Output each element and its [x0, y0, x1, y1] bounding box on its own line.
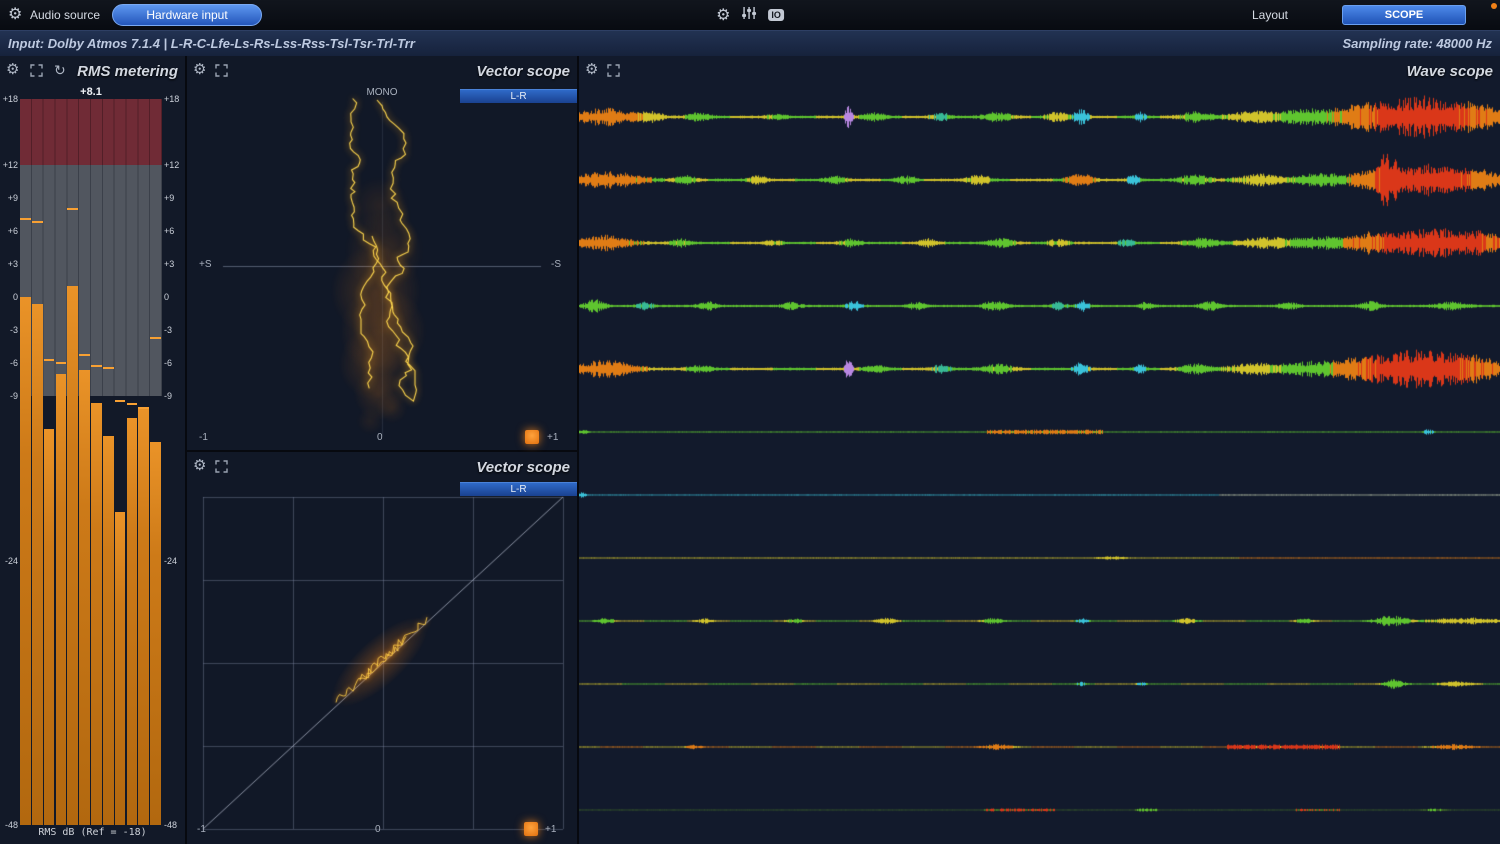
rms-meter-display: [20, 99, 162, 825]
audio-source-label: Audio source: [30, 8, 100, 22]
panel-settings-gear-icon[interactable]: ⚙: [585, 61, 598, 79]
db-scale-label: +12: [1, 160, 18, 170]
input-format-text: Input: Dolby Atmos 7.1.4 | L-R-C-Lfe-Ls-…: [8, 36, 415, 51]
db-scale-label: -24: [1, 556, 18, 566]
db-scale-label: +18: [164, 94, 184, 104]
scale-minus-one-label: -1: [199, 432, 208, 443]
mono-axis-label: MONO: [357, 87, 407, 98]
analyzer-app: ⚙ Audio source Hardware input ⚙ IO Layou…: [0, 0, 1500, 844]
scale-minus-one-label: -1: [197, 824, 206, 835]
peak-hold-tick-5: [67, 208, 78, 210]
rms-max-readout: +8.1: [20, 86, 162, 98]
top-toolbar: ⚙ Audio source Hardware input ⚙ IO Layou…: [0, 0, 1500, 30]
scale-zero-label: 0: [375, 824, 381, 835]
db-scale-label: -3: [1, 325, 18, 335]
rms-meter-bar-12: [150, 442, 161, 825]
db-scale-label: 0: [164, 292, 184, 302]
db-scale-label: -6: [1, 358, 18, 368]
db-scale-label: +9: [164, 193, 184, 203]
panel-settings-gear-icon[interactable]: ⚙: [193, 457, 206, 475]
peak-hold-tick-6: [79, 354, 90, 356]
waveform-display: [579, 86, 1500, 844]
hardware-input-button[interactable]: Hardware input: [112, 4, 262, 26]
vector-scope-bottom-panel: ⚙ Vector scope L-R -1 0 +1: [187, 452, 577, 844]
panel-title: Wave scope: [1407, 63, 1493, 80]
gear-icon[interactable]: ⚙: [716, 5, 730, 25]
rms-reference-label: RMS dB (Ref = -18): [0, 827, 185, 838]
expand-icon[interactable]: [215, 61, 228, 77]
correlation-display: [187, 482, 577, 844]
rms-meter-bar-8: [103, 436, 114, 825]
status-indicator-dot: [1491, 3, 1497, 9]
db-scale-label: -9: [164, 391, 184, 401]
db-scale-label: +18: [1, 94, 18, 104]
scale-plus-one-label: +1: [547, 432, 558, 443]
rms-meter-bar-2: [32, 304, 43, 825]
expand-icon[interactable]: [30, 61, 43, 77]
scope-button[interactable]: SCOPE: [1342, 5, 1466, 25]
peak-hold-tick-12: [150, 337, 161, 339]
db-scale-label: -3: [164, 325, 184, 335]
panel-title: Vector scope: [476, 459, 570, 476]
io-icon[interactable]: IO: [768, 9, 784, 21]
rms-meter-bar-7: [91, 403, 102, 825]
db-scale-label: 0: [1, 292, 18, 302]
clip-indicator[interactable]: [525, 430, 539, 444]
wave-scope-panel: ⚙ Wave scope: [579, 56, 1500, 844]
rms-meter-bar-1: [20, 297, 31, 825]
db-scale-label: +3: [164, 259, 184, 269]
panel-settings-gear-icon[interactable]: ⚙: [6, 61, 19, 79]
settings-gear-icon[interactable]: ⚙: [8, 4, 22, 24]
db-scale-label: -48: [164, 820, 184, 830]
db-scale-label: +9: [1, 193, 18, 203]
panel-settings-gear-icon[interactable]: ⚙: [193, 61, 206, 79]
vector-scope-top-panel: ⚙ Vector scope L-R MONO +S -S -1 0 +1: [187, 56, 577, 450]
info-bar: Input: Dolby Atmos 7.1.4 | L-R-C-Lfe-Ls-…: [0, 30, 1500, 56]
panel-title: Vector scope: [476, 63, 570, 80]
peak-hold-tick-9: [115, 400, 126, 402]
peak-hold-tick-1: [20, 218, 31, 220]
db-scale-label: +3: [1, 259, 18, 269]
peak-hold-tick-2: [32, 221, 43, 223]
db-scale-label: -6: [164, 358, 184, 368]
clip-indicator[interactable]: [524, 822, 538, 836]
reset-refresh-icon[interactable]: ↻: [54, 61, 66, 79]
db-scale-label: +6: [164, 226, 184, 236]
db-scale-label: -48: [1, 820, 18, 830]
minus-s-axis-label: -S: [551, 259, 561, 270]
rms-meter-bar-5: [67, 286, 78, 825]
sampling-rate-text: Sampling rate: 48000 Hz: [1342, 36, 1492, 51]
expand-icon[interactable]: [215, 457, 228, 473]
peak-hold-tick-11: [138, 407, 149, 409]
db-scale-label: +6: [1, 226, 18, 236]
meter-overload-zone: [20, 99, 162, 165]
rms-meter-bar-11: [138, 409, 149, 825]
peak-hold-tick-10: [127, 403, 138, 405]
scale-plus-one-label: +1: [545, 824, 556, 835]
mixer-sliders-icon[interactable]: [741, 6, 757, 25]
peak-hold-tick-7: [91, 365, 102, 367]
expand-icon[interactable]: [607, 61, 620, 77]
peak-hold-tick-4: [56, 362, 67, 364]
peak-hold-tick-3: [44, 359, 55, 361]
scale-zero-label: 0: [377, 432, 383, 443]
db-scale-label: -9: [1, 391, 18, 401]
rms-meter-bar-10: [127, 418, 138, 825]
peak-hold-tick-8: [103, 367, 114, 369]
db-scale-label: +12: [164, 160, 184, 170]
plus-s-axis-label: +S: [199, 259, 212, 270]
rms-meter-bar-3: [44, 429, 55, 825]
layout-label: Layout: [1252, 8, 1288, 22]
panel-title: RMS metering: [77, 63, 178, 80]
rms-meter-bar-9: [115, 512, 126, 826]
rms-meter-bar-6: [79, 370, 90, 825]
rms-meter-bar-4: [56, 374, 67, 825]
vector-scope-display: [187, 86, 577, 450]
toolbar-center-icons: ⚙ IO: [716, 0, 784, 30]
rms-metering-panel: ⚙ ↻ RMS metering +8.1 RMS dB (Ref = -18)…: [0, 56, 185, 844]
db-scale-label: -24: [164, 556, 184, 566]
